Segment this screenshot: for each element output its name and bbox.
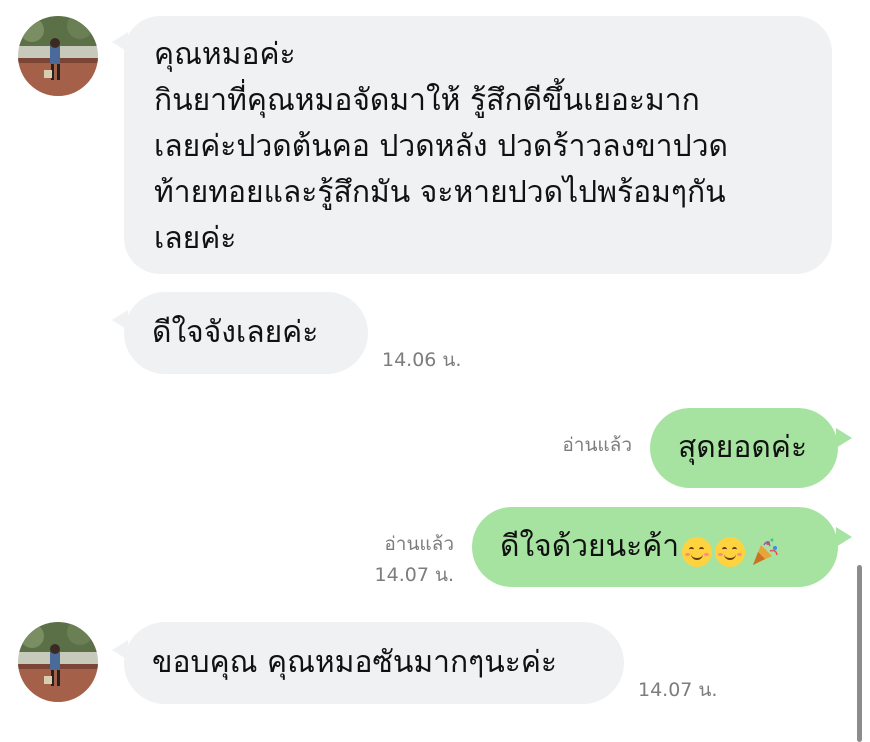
avatar-photo — [18, 622, 98, 702]
message-text: คุณหมอค่ะ กินยาที่คุณหมอจัดมาให้ รู้สึกด… — [154, 37, 729, 256]
smiling-face-icon — [682, 536, 713, 567]
read-receipt: อ่านแล้ว — [562, 434, 632, 456]
message-timestamp: 14.07 น. — [638, 679, 718, 701]
bubble-tail — [836, 527, 852, 547]
scrollbar[interactable] — [857, 565, 862, 742]
message-timestamp: 14.07 น. — [374, 564, 454, 586]
party-popper-icon — [753, 538, 778, 565]
contact-avatar[interactable] — [18, 16, 98, 96]
message-text: สุดยอดค่ะ — [678, 430, 808, 465]
bubble-tail — [836, 428, 852, 448]
message-bubble-incoming[interactable]: ขอบคุณ คุณหมอซันมากๆนะค่ะ — [124, 622, 624, 704]
contact-avatar[interactable] — [18, 622, 98, 702]
message-bubble-outgoing[interactable]: ดีใจด้วยนะค้า — [472, 507, 838, 587]
message-bubble-outgoing[interactable]: สุดยอดค่ะ — [650, 408, 838, 488]
message-text: ขอบคุณ คุณหมอซันมากๆนะค่ะ — [152, 645, 558, 680]
avatar-photo — [18, 16, 98, 96]
message-timestamp: 14.06 น. — [382, 349, 462, 371]
message-text: ดีใจจังเลยค่ะ — [152, 315, 319, 350]
smiling-face-icon — [715, 536, 746, 567]
message-bubble-incoming[interactable]: คุณหมอค่ะ กินยาที่คุณหมอจัดมาให้ รู้สึกด… — [124, 16, 832, 274]
message-bubble-incoming[interactable]: ดีใจจังเลยค่ะ — [124, 292, 368, 374]
message-text: ดีใจด้วยนะค้า — [500, 529, 680, 564]
read-receipt: อ่านแล้ว — [384, 533, 454, 555]
